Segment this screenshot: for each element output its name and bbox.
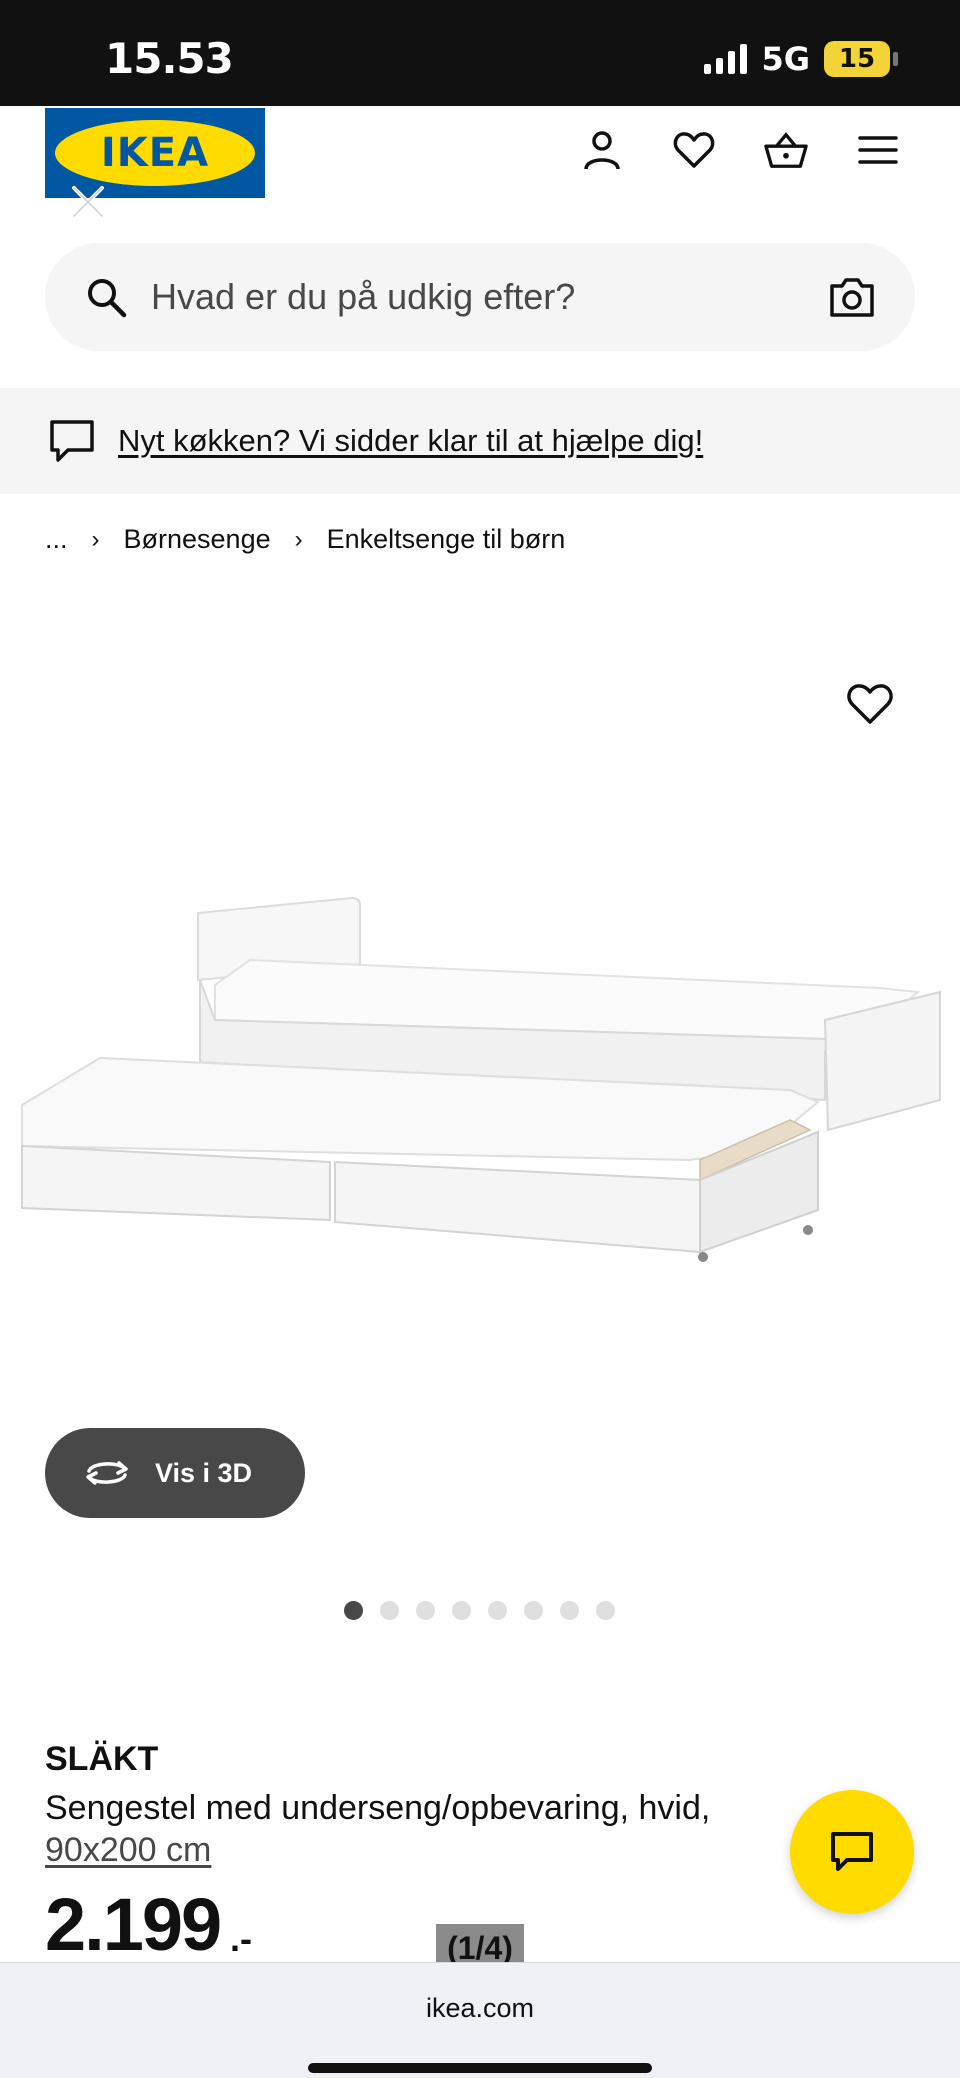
gallery-dot-4[interactable] (452, 1601, 471, 1620)
header-icons (580, 128, 900, 172)
logo-text: IKEA (100, 130, 210, 176)
view-in-3d-button[interactable]: Vis i 3D (45, 1428, 305, 1518)
chat-bubble-icon (50, 420, 94, 462)
battery-icon: 15 (824, 41, 898, 77)
favourite-heart-icon[interactable] (846, 682, 894, 726)
gallery-dot-8[interactable] (596, 1601, 615, 1620)
product-name: SLÄKT (45, 1740, 159, 1778)
camera-icon[interactable] (829, 276, 875, 318)
product-description: Sengestel med underseng/opbevaring, hvid… (45, 1789, 711, 1827)
breadcrumb-item-ellipsis[interactable]: ... (45, 524, 68, 555)
breadcrumb-separator: › (91, 525, 100, 553)
search-icon (88, 279, 127, 318)
product-size-link[interactable]: 90x200 cm (45, 1831, 211, 1870)
gallery-dots (344, 1601, 615, 1620)
gallery-dot-3[interactable] (416, 1601, 435, 1620)
view-in-3d-label: Vis i 3D (155, 1457, 253, 1488)
logo-oval: IKEA (55, 120, 255, 186)
close-icon[interactable] (66, 180, 110, 224)
status-time: 15.53 (105, 34, 234, 83)
rotate-3d-icon (86, 1461, 128, 1485)
gallery-dot-1[interactable] (344, 1601, 363, 1620)
status-bar: 15.53 5G 15 (0, 0, 960, 106)
browser-bottom-bar: ikea.com (0, 1962, 960, 2078)
heart-icon[interactable] (672, 128, 716, 172)
product-image-bed[interactable] (0, 880, 960, 1300)
menu-icon[interactable] (856, 128, 900, 172)
chat-icon (831, 1832, 873, 1871)
banner-link[interactable]: Nyt køkken? Vi sidder klar til at hjælpe… (118, 423, 703, 459)
breadcrumb-separator: › (294, 525, 303, 553)
gallery-dot-6[interactable] (524, 1601, 543, 1620)
breadcrumb: ... › Børnesenge › Enkeltsenge til børn (45, 524, 565, 555)
chat-button[interactable] (790, 1790, 914, 1914)
breadcrumb-item-boernesenge[interactable]: Børnesenge (124, 524, 271, 555)
status-indicators: 5G 15 (704, 40, 898, 78)
gallery-dot-7[interactable] (560, 1601, 579, 1620)
price-suffix: .- (230, 1918, 252, 1959)
gallery-dot-2[interactable] (380, 1601, 399, 1620)
gallery-dot-5[interactable] (488, 1601, 507, 1620)
signal-icon (704, 44, 748, 74)
promo-banner: Nyt køkken? Vi sidder klar til at hjælpe… (0, 388, 960, 494)
url-label[interactable]: ikea.com (0, 1993, 960, 2024)
user-icon[interactable] (580, 128, 624, 172)
search-input[interactable] (151, 276, 829, 318)
basket-icon[interactable] (764, 128, 808, 172)
home-indicator (308, 2063, 652, 2073)
breadcrumb-item-enkeltsenge[interactable]: Enkeltsenge til børn (327, 524, 566, 555)
search-bar[interactable] (45, 243, 915, 351)
product-price: 2.199 (45, 1883, 222, 1966)
network-label: 5G (761, 40, 810, 78)
